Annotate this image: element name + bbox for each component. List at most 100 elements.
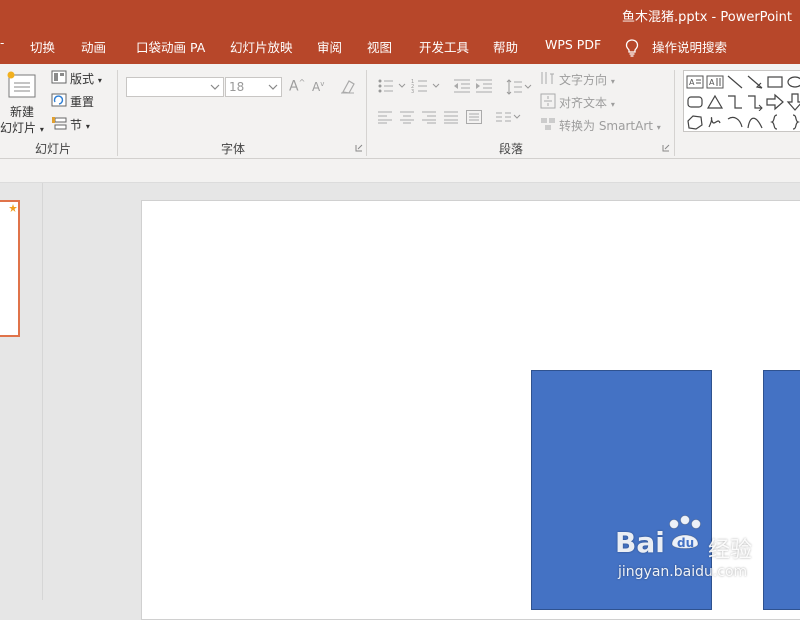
tab-insert-edge[interactable]: - <box>0 36 4 50</box>
new-slide-label[interactable]: 新建 <box>10 103 34 120</box>
group-separator <box>366 70 367 156</box>
vertical-text-box-icon[interactable]: A <box>706 73 724 91</box>
tab-help[interactable]: 帮助 <box>493 37 518 56</box>
blue-rectangle-shape-2[interactable] <box>763 370 800 610</box>
freeform-icon[interactable] <box>686 113 704 131</box>
tab-view[interactable]: 视图 <box>367 37 392 56</box>
new-slide-icon[interactable] <box>6 70 38 102</box>
distributed-icon[interactable] <box>466 110 482 124</box>
tab-pocket-animation[interactable]: 口袋动画 PA <box>136 37 205 56</box>
align-right-icon[interactable] <box>422 110 436 124</box>
chevron-down-icon: ▾ <box>610 77 615 86</box>
section-button[interactable]: 节 ▾ <box>70 116 90 133</box>
layout-label: 版式 <box>70 72 95 86</box>
chevron-down-icon: ▾ <box>610 100 615 109</box>
convert-smartart-button[interactable]: 转换为 SmartArt ▾ <box>559 117 661 134</box>
font-size-box[interactable]: 18 <box>225 77 282 97</box>
text-direction-label: 文字方向 <box>559 73 608 87</box>
section-icon[interactable] <box>52 116 68 132</box>
text-direction-icon[interactable] <box>540 70 556 86</box>
watermark-url: jingyan.baidu.com <box>618 564 748 580</box>
align-left-icon[interactable] <box>378 110 392 124</box>
rectangle-icon[interactable] <box>766 73 784 91</box>
chevron-down-icon[interactable] <box>210 83 220 91</box>
new-slide-dropdown[interactable]: 幻灯片 ▾ <box>0 119 44 136</box>
shapes-gallery: A A <box>683 70 800 132</box>
group-separator <box>674 70 675 156</box>
lightbulb-icon[interactable] <box>625 39 639 57</box>
watermark-logo-suffix: du <box>677 536 694 550</box>
triangle-icon[interactable] <box>706 93 724 111</box>
title-bar: 鱼木混猪.pptx - PowerPoint - 切换 动画 口袋动画 PA 幻… <box>0 0 800 64</box>
tab-wps-pdf[interactable]: WPS PDF <box>545 37 601 52</box>
slides-group-label: 幻灯片 <box>35 142 72 156</box>
right-brace-icon[interactable] <box>786 113 800 131</box>
clear-formatting-icon[interactable] <box>339 78 357 96</box>
watermark-logo-text: Bai <box>615 526 665 559</box>
chevron-down-icon: ▾ <box>656 123 661 132</box>
paw-icon: du <box>669 515 701 550</box>
elbow-arrow-connector-icon[interactable] <box>746 93 764 111</box>
slide-thumbnail-1[interactable] <box>0 200 20 337</box>
text-box-icon[interactable]: A <box>686 73 704 91</box>
new-slide-label-2: 幻灯片 <box>0 121 37 135</box>
font-size-value: 18 <box>229 80 245 94</box>
ribbon-collapse-strip <box>0 159 800 183</box>
watermark-sub-text: 经验 <box>708 538 753 563</box>
oval-icon[interactable] <box>786 73 800 91</box>
svg-text:3: 3 <box>411 89 414 94</box>
svg-text:A: A <box>689 78 695 87</box>
tab-animations[interactable]: 动画 <box>81 37 106 56</box>
reset-icon[interactable] <box>51 93 67 107</box>
line-icon[interactable] <box>726 73 744 91</box>
reset-button[interactable]: 重置 <box>70 93 94 110</box>
group-separator <box>117 70 118 156</box>
section-label: 节 <box>70 118 83 132</box>
elbow-connector-icon[interactable] <box>726 93 744 111</box>
tab-review[interactable]: 审阅 <box>317 37 342 56</box>
smartart-icon[interactable] <box>540 116 556 132</box>
left-brace-icon[interactable] <box>766 113 784 131</box>
svg-text:A: A <box>709 78 715 87</box>
tab-developer[interactable]: 开发工具 <box>419 37 469 56</box>
down-arrow-icon[interactable] <box>786 93 800 111</box>
align-text-icon[interactable] <box>540 93 556 109</box>
tab-slideshow[interactable]: 幻灯片放映 <box>230 37 293 56</box>
font-group-label: 字体 <box>221 142 246 156</box>
paragraph-group-label: 段落 <box>499 142 524 156</box>
animation-star-icon <box>9 204 17 212</box>
font-name-box[interactable] <box>126 77 224 97</box>
ribbon: 新建 幻灯片 ▾ 版式 ▾ 重置 节 ▾ 幻灯片 18 A^ Av B I U … <box>0 64 800 186</box>
layout-icon[interactable] <box>51 70 67 84</box>
chevron-down-icon[interactable] <box>268 83 278 91</box>
document-title: 鱼木混猪.pptx - PowerPoint <box>622 10 792 25</box>
decrease-font-size-icon[interactable]: Av <box>312 80 324 94</box>
numbering-icon[interactable]: 123 <box>411 78 441 94</box>
increase-indent-icon[interactable] <box>475 78 493 94</box>
align-text-button[interactable]: 对齐文本 ▾ <box>559 94 615 111</box>
decrease-indent-icon[interactable] <box>453 78 471 94</box>
columns-icon[interactable] <box>496 110 522 124</box>
align-text-label: 对齐文本 <box>559 96 608 110</box>
arrow-line-icon[interactable] <box>746 73 764 91</box>
chevron-down-icon: ▾ <box>85 122 90 131</box>
tab-transitions[interactable]: 切换 <box>30 37 55 56</box>
smartart-label: 转换为 SmartArt <box>559 119 653 133</box>
rounded-rectangle-icon[interactable] <box>686 93 704 111</box>
right-arrow-icon[interactable] <box>766 93 784 111</box>
bullets-icon[interactable] <box>377 78 407 94</box>
chevron-down-icon: ▾ <box>39 125 44 134</box>
text-direction-button[interactable]: 文字方向 ▾ <box>559 71 615 88</box>
scribble-icon[interactable] <box>706 113 724 131</box>
justify-icon[interactable] <box>444 110 458 124</box>
increase-font-size-icon[interactable]: A^ <box>289 78 305 95</box>
layout-button[interactable]: 版式 ▾ <box>70 70 102 87</box>
align-center-icon[interactable] <box>400 110 414 124</box>
dialog-launcher-icon[interactable] <box>662 144 670 152</box>
baidu-watermark-logo: Bai <box>615 526 665 559</box>
line-spacing-icon[interactable] <box>506 78 532 96</box>
curve-icon[interactable] <box>746 113 764 131</box>
dialog-launcher-icon[interactable] <box>355 144 363 152</box>
tell-me-search[interactable]: 操作说明搜索 <box>652 37 727 56</box>
arc-icon[interactable] <box>726 113 744 131</box>
